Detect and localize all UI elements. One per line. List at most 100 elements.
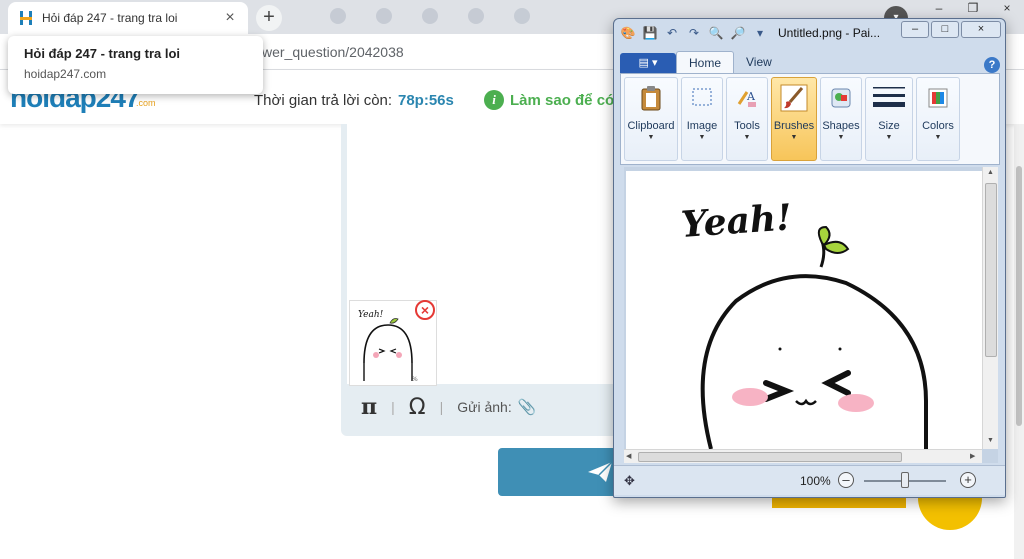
tab-title: Hỏi đáp 247 - trang tra loi <box>42 11 178 25</box>
clipboard-label: Clipboard <box>627 120 675 132</box>
ribbon-group-tools[interactable]: A Tools ▼ <box>726 77 768 161</box>
chevron-down-icon: ▼ <box>837 134 845 141</box>
chevron-down-icon: ▼ <box>885 134 893 141</box>
move-icon: ✥ <box>624 473 635 488</box>
paint-canvas[interactable]: Yeah! <box>626 171 982 449</box>
scroll-right-icon[interactable]: ▶ <box>970 452 975 460</box>
paint-app-icon[interactable]: 🎨 <box>620 25 636 41</box>
image-select-icon <box>686 82 718 114</box>
browser-tab[interactable]: Hỏi đáp 247 - trang tra loi × <box>8 2 248 34</box>
canvas-vscroll-thumb[interactable] <box>985 183 997 357</box>
canvas-hscroll-thumb[interactable] <box>638 452 902 462</box>
paint-ribbon-tabs: ▤ ▾ Home View ? <box>620 51 1000 73</box>
scroll-down-icon[interactable]: ▼ <box>987 437 994 444</box>
hover-card-title: Hỏi đáp 247 - trang tra loi <box>24 46 181 61</box>
paint-close-button[interactable]: × <box>961 21 1001 38</box>
site-logo-tld: .com <box>136 98 156 108</box>
tools-label: Tools <box>734 120 760 132</box>
chevron-down-icon: ▼ <box>790 134 798 141</box>
clipboard-icon <box>635 82 667 114</box>
zoom-out-icon[interactable]: 🔍 <box>708 25 724 41</box>
tab-close-icon[interactable]: × <box>222 9 238 27</box>
omega-symbol-button[interactable]: Ω <box>409 395 426 420</box>
brushes-label: Brushes <box>773 120 815 132</box>
zoom-plus-button[interactable]: + <box>960 472 976 488</box>
ribbon-group-shapes[interactable]: Shapes ▼ <box>820 77 862 161</box>
close-button[interactable]: × <box>990 0 1024 18</box>
svg-text:A: A <box>746 90 756 103</box>
deco-dot <box>514 8 530 24</box>
deco-dot <box>468 8 484 24</box>
zoom-slider-thumb[interactable] <box>901 472 909 488</box>
canvas-vertical-scrollbar[interactable]: ▲ ▼ <box>982 167 998 449</box>
info-icon: i <box>484 90 504 110</box>
deco-dot <box>376 8 392 24</box>
colors-label: Colors <box>922 120 954 132</box>
paint-canvas-area: Yeah! ▲ ▼ ◀ ▶ <box>624 167 998 463</box>
brush-icon <box>778 82 810 114</box>
tab-view[interactable]: View <box>734 51 784 73</box>
ribbon-group-clipboard[interactable]: Clipboard ▼ <box>624 77 678 161</box>
undo-icon[interactable]: ↶ <box>664 25 680 41</box>
hoidap-favicon-icon <box>20 11 32 25</box>
svg-text:%: % <box>412 376 418 383</box>
drawing-text: Yeah! <box>680 196 793 246</box>
restore-button[interactable]: ❐ <box>956 0 990 18</box>
paperclip-icon[interactable]: 📎 <box>518 398 537 416</box>
colors-icon <box>922 82 954 114</box>
answer-editor: Yeah! % × π | Ω | Gửi ảnh: 📎 <box>341 124 641 436</box>
howto-label: Làm sao để có <box>510 91 615 109</box>
paint-statusbar: ✥ 100% – + <box>614 465 1005 495</box>
chevron-down-icon: ▼ <box>934 134 942 141</box>
timer-label: Thời gian trả lời còn: <box>254 92 393 109</box>
zoom-minus-button[interactable]: – <box>838 472 854 488</box>
ribbon-group-colors[interactable]: Colors ▼ <box>916 77 960 161</box>
zoom-in-icon[interactable]: 🔎 <box>730 25 746 41</box>
tools-icon: A <box>731 82 763 114</box>
tabstrip-decoration <box>290 0 610 34</box>
paint-app-menu-button[interactable]: ▤ ▾ <box>620 53 676 73</box>
scroll-up-icon[interactable]: ▲ <box>987 169 994 176</box>
new-tab-button[interactable]: + <box>256 5 282 31</box>
minimize-button[interactable]: – <box>922 0 956 18</box>
paint-titlebar[interactable]: 🎨 💾 ↶ ↷ 🔍 🔎 ▾ Untitled.png - Pai... – □ … <box>614 19 1005 47</box>
paint-minimize-button[interactable]: – <box>901 21 929 38</box>
redo-icon[interactable]: ↷ <box>686 25 702 41</box>
remove-image-icon[interactable]: × <box>415 300 435 320</box>
url-text[interactable]: wer_question/2042038 <box>262 44 404 60</box>
save-icon[interactable]: 💾 <box>642 25 658 41</box>
tab-hover-card: Hỏi đáp 247 - trang tra loi hoidap247.co… <box>8 36 263 94</box>
chick-drawing: Yeah! <box>680 196 928 449</box>
ribbon-group-brushes[interactable]: Brushes ▼ <box>771 77 817 161</box>
ribbon-group-size[interactable]: Size ▼ <box>865 77 913 161</box>
chevron-down-icon: ▼ <box>647 134 655 141</box>
size-icon <box>873 82 905 114</box>
editor-toolbar: π | Ω | Gửi ảnh: 📎 <box>361 394 536 420</box>
browser-window-controls: – ❐ × <box>922 0 1024 18</box>
ribbon-group-image[interactable]: Image ▼ <box>681 77 723 161</box>
canvas-horizontal-scrollbar[interactable]: ◀ ▶ <box>624 449 982 463</box>
chevron-down-icon: ▼ <box>743 134 751 141</box>
scroll-left-icon[interactable]: ◀ <box>626 452 631 460</box>
page-scrollbar-thumb[interactable] <box>1016 166 1022 426</box>
tab-home[interactable]: Home <box>676 51 735 73</box>
deco-dot <box>422 8 438 24</box>
paint-window-title: Untitled.png - Pai... <box>778 26 881 40</box>
zoom-level: 100% <box>800 474 831 488</box>
send-image-label: Gửi ảnh: <box>457 399 512 415</box>
paint-window-controls: – □ × <box>901 21 1001 38</box>
pi-symbol-button[interactable]: π <box>361 394 377 420</box>
image-label: Image <box>686 120 718 132</box>
paint-maximize-button[interactable]: □ <box>931 21 959 38</box>
chevron-down-icon: ▼ <box>698 134 706 141</box>
howto-link[interactable]: i Làm sao để có <box>484 90 614 110</box>
toolbar-separator: | <box>391 399 395 415</box>
size-label: Size <box>878 120 900 132</box>
hover-card-domain: hoidap247.com <box>24 67 107 81</box>
deco-dot <box>330 8 346 24</box>
shapes-icon <box>825 82 857 114</box>
paint-window: 🎨 💾 ↶ ↷ 🔍 🔎 ▾ Untitled.png - Pai... – □ … <box>613 18 1006 498</box>
help-icon[interactable]: ? <box>984 57 1000 73</box>
timer-value: 78p:56s <box>398 92 454 109</box>
customize-toolbar-icon[interactable]: ▾ <box>752 25 768 41</box>
